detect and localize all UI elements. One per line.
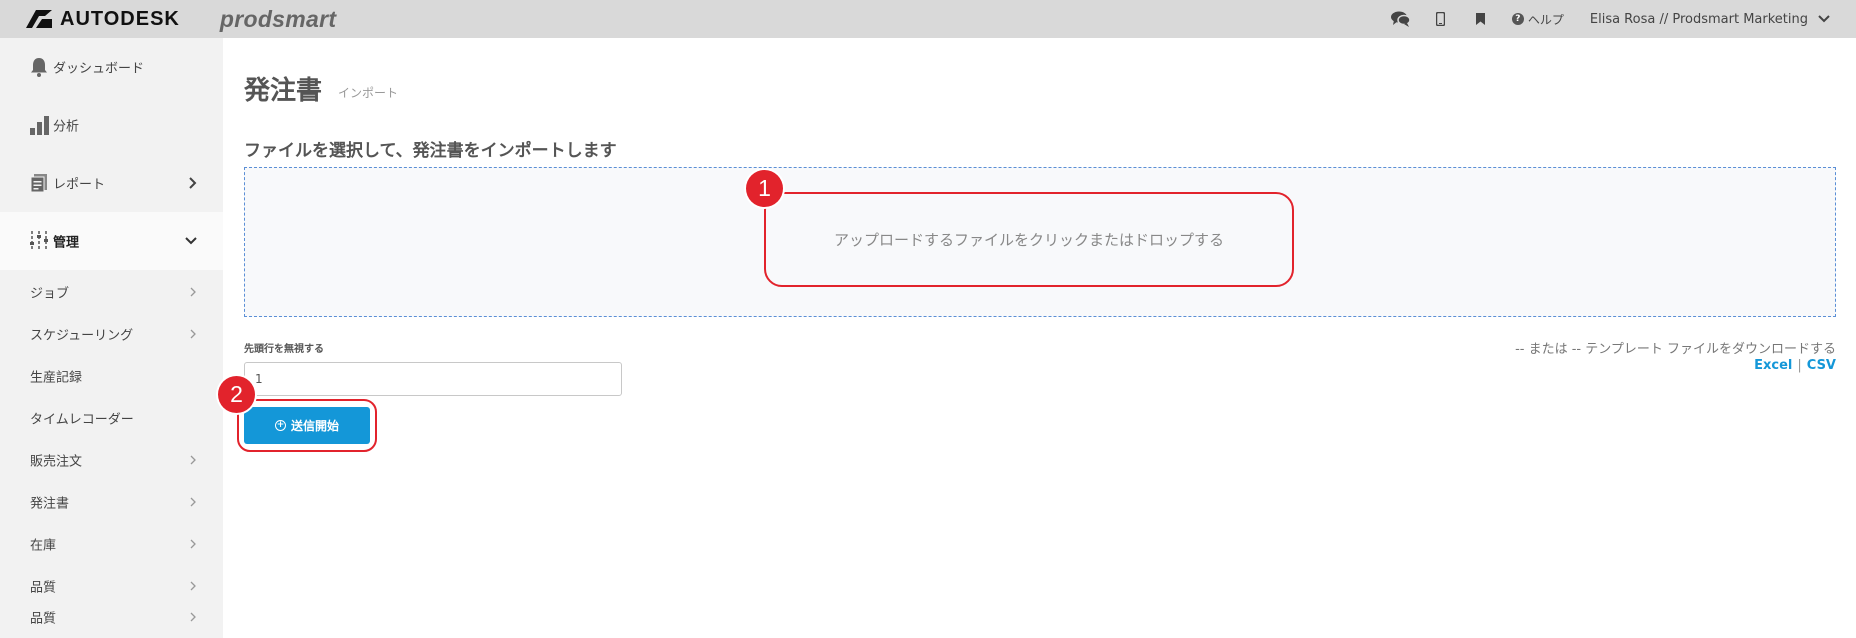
help-label: ヘルプ xyxy=(1527,12,1564,27)
page-subtitle: インポート xyxy=(338,86,399,100)
download-csv-link[interactable]: CSV xyxy=(1807,358,1836,373)
sidebar-subitem-time-recorder[interactable]: タイムレコーダー xyxy=(0,398,223,438)
sidebar-subitem-label: 品質 xyxy=(30,580,57,596)
sidebar-subitem-label: 生産記録 xyxy=(30,370,83,386)
autodesk-logo-icon xyxy=(26,10,52,28)
user-menu[interactable]: Elisa Rosa // Prodsmart Marketing xyxy=(1590,12,1830,27)
top-bar: AUTODESK prodsmart ? ヘルプ Elisa Rosa // P… xyxy=(0,0,1856,38)
dropzone-text: アップロードするファイルをクリックまたはドロップする xyxy=(833,231,1224,249)
sidebar-subitem-production-records[interactable]: 生産記録 xyxy=(0,356,223,396)
brand-name: AUTODESK xyxy=(60,7,180,30)
sidebar-subitem-inventory[interactable]: 在庫 xyxy=(0,524,223,564)
chevron-right-icon xyxy=(190,455,196,465)
chevron-right-icon xyxy=(190,581,196,591)
download-excel-link[interactable]: Excel xyxy=(1754,358,1792,373)
sidebar-item-label: レポート xyxy=(53,177,106,193)
template-download-links: Excel | CSV xyxy=(1754,358,1836,373)
plus-circle-icon: + xyxy=(274,420,286,431)
sidebar-subitem-label: 発注書 xyxy=(30,496,70,512)
sidebar-item-label: 分析 xyxy=(53,119,80,135)
chevron-right-icon xyxy=(190,539,196,549)
bar-chart-icon xyxy=(28,114,50,136)
sidebar-item-label: 管理 xyxy=(53,235,80,251)
link-separator: | xyxy=(1797,358,1802,373)
start-import-button[interactable]: + 送信開始 xyxy=(244,407,370,444)
sidebar-item-reports[interactable]: レポート xyxy=(0,154,223,212)
sidebar-subitem-label: 販売注文 xyxy=(30,454,83,470)
sidebar-subitem-label: スケジューリング xyxy=(30,328,134,344)
template-download-text: -- または -- テンプレート ファイルをダウンロードする xyxy=(1515,342,1836,357)
sidebar-subitem-label: 品質 xyxy=(30,611,57,627)
sidebar-subitem-label: ジョブ xyxy=(30,286,70,302)
step-marker-1: 1 xyxy=(746,170,783,207)
top-bar-actions: ? ヘルプ Elisa Rosa // Prodsmart Marketing xyxy=(1390,0,1856,38)
sidebar-item-label: ダッシュボード xyxy=(53,61,145,77)
sliders-icon xyxy=(28,230,50,252)
chevron-right-icon xyxy=(190,612,196,622)
bell-icon xyxy=(28,56,50,78)
sidebar-item-analytics[interactable]: 分析 xyxy=(0,96,223,154)
autodesk-logo[interactable]: AUTODESK xyxy=(26,8,180,31)
chevron-right-icon xyxy=(190,287,196,297)
help-icon: ? xyxy=(1511,13,1524,25)
sidebar-item-management[interactable]: 管理 xyxy=(0,212,223,270)
section-title: ファイルを選択して、発注書をインポートします xyxy=(244,141,617,161)
product-name[interactable]: prodsmart xyxy=(220,6,336,33)
bookmark-icon[interactable] xyxy=(1472,0,1490,38)
mobile-icon[interactable] xyxy=(1432,0,1450,38)
help-link[interactable]: ? ヘルプ xyxy=(1511,11,1564,28)
sidebar-subitem-jobs[interactable]: ジョブ xyxy=(0,272,223,312)
step-marker-2: 2 xyxy=(218,376,255,413)
chevron-right-icon xyxy=(190,497,196,507)
skip-rows-input[interactable] xyxy=(244,362,622,396)
skip-rows-label: 先頭行を無視する xyxy=(244,344,324,355)
start-import-label: 送信開始 xyxy=(290,419,339,433)
page-title: 発注書 xyxy=(244,76,323,106)
sidebar-subitem-purchase-orders[interactable]: 発注書 xyxy=(0,482,223,522)
sidebar-subitem-scheduling[interactable]: スケジューリング xyxy=(0,314,223,354)
sidebar-subitem-quality-2[interactable]: 品質 xyxy=(0,597,223,637)
report-icon xyxy=(28,172,50,194)
chevron-down-icon xyxy=(1818,15,1830,23)
sidebar: ダッシュボード 分析 レポート 管理 ジョブ スケジューリング 生産記録 タイム… xyxy=(0,38,223,638)
chevron-right-icon xyxy=(189,177,197,189)
chevron-right-icon xyxy=(190,329,196,339)
sidebar-subitem-sales-orders[interactable]: 販売注文 xyxy=(0,440,223,480)
sidebar-item-dashboard[interactable]: ダッシュボード xyxy=(0,38,223,96)
chat-icon[interactable] xyxy=(1390,0,1412,38)
sidebar-subitem-label: タイムレコーダー xyxy=(30,412,134,428)
user-label: Elisa Rosa // Prodsmart Marketing xyxy=(1589,11,1808,27)
chevron-down-icon xyxy=(185,237,197,245)
sidebar-subitem-label: 在庫 xyxy=(30,538,57,554)
